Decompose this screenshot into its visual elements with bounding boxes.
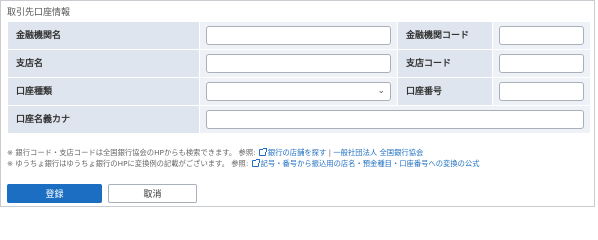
account-number-cell (492, 77, 591, 106)
note-yucho-text: ※ ゆうちょ銀行はゆうちょ銀行のHPに変換例の記載がございます。 参照: (7, 159, 249, 168)
bank-name-label: 金融機関名 (7, 21, 200, 50)
form-row-bank: 金融機関名 金融機関コード (7, 21, 591, 50)
branch-code-cell (492, 49, 591, 78)
form-row-branch: 支店名 支店コード (7, 49, 591, 78)
bank-code-label: 金融機関コード (397, 21, 493, 50)
account-form: 金融機関名 金融機関コード 支店名 支店コード 口座種類 ⌄ 口座番号 口座名義… (7, 21, 591, 134)
yucho-conversion-link[interactable]: 記号・番号から振込用の店名・預金種目・口座番号への変換の公式 (261, 159, 480, 168)
branch-code-label: 支店コード (397, 49, 493, 78)
external-link-icon (251, 159, 260, 167)
bank-name-cell (199, 21, 398, 50)
account-type-select[interactable]: ⌄ (206, 82, 391, 101)
chevron-down-icon: ⌄ (377, 86, 385, 96)
note-bank-code-text: ※ 銀行コード・支店コードは全国銀行協会のHPからも検索できます。 参照: (7, 148, 256, 157)
branch-name-label: 支店名 (7, 49, 200, 78)
account-holder-cell (199, 105, 591, 134)
bank-branch-search-link[interactable]: 銀行の店舗を探す (268, 148, 326, 157)
form-row-account: 口座種類 ⌄ 口座番号 (7, 77, 591, 106)
account-number-input[interactable] (499, 82, 584, 101)
panel-title: 取引先口座情報 (7, 8, 71, 18)
note-line-bank-code: ※ 銀行コード・支店コードは全国銀行協会のHPからも検索できます。 参照: 銀行… (7, 147, 480, 158)
branch-name-cell (199, 49, 398, 78)
account-holder-label: 口座名義カナ (7, 105, 200, 134)
zenginkyo-link[interactable]: 一般社団法人 全国銀行協会 (333, 148, 423, 157)
account-type-label: 口座種類 (7, 77, 200, 106)
account-holder-input[interactable] (206, 110, 584, 129)
form-row-holder: 口座名義カナ (7, 105, 591, 134)
note-line-yucho: ※ ゆうちょ銀行はゆうちょ銀行のHPに変換例の記載がございます。 参照: 記号・… (7, 158, 480, 169)
account-number-label: 口座番号 (397, 77, 493, 106)
account-type-cell: ⌄ (199, 77, 398, 106)
branch-code-input[interactable] (499, 54, 584, 73)
cancel-button[interactable]: 取消 (108, 184, 197, 203)
notes: ※ 銀行コード・支店コードは全国銀行協会のHPからも検索できます。 参照: 銀行… (7, 147, 480, 169)
register-button[interactable]: 登録 (7, 184, 102, 203)
bank-code-cell (492, 21, 591, 50)
branch-name-input[interactable] (206, 54, 391, 73)
bank-name-input[interactable] (206, 26, 391, 45)
bank-code-input[interactable] (499, 26, 584, 45)
external-link-icon (258, 148, 267, 156)
account-info-panel: 取引先口座情報 金融機関名 金融機関コード 支店名 支店コード 口座種類 ⌄ 口… (0, 0, 595, 207)
